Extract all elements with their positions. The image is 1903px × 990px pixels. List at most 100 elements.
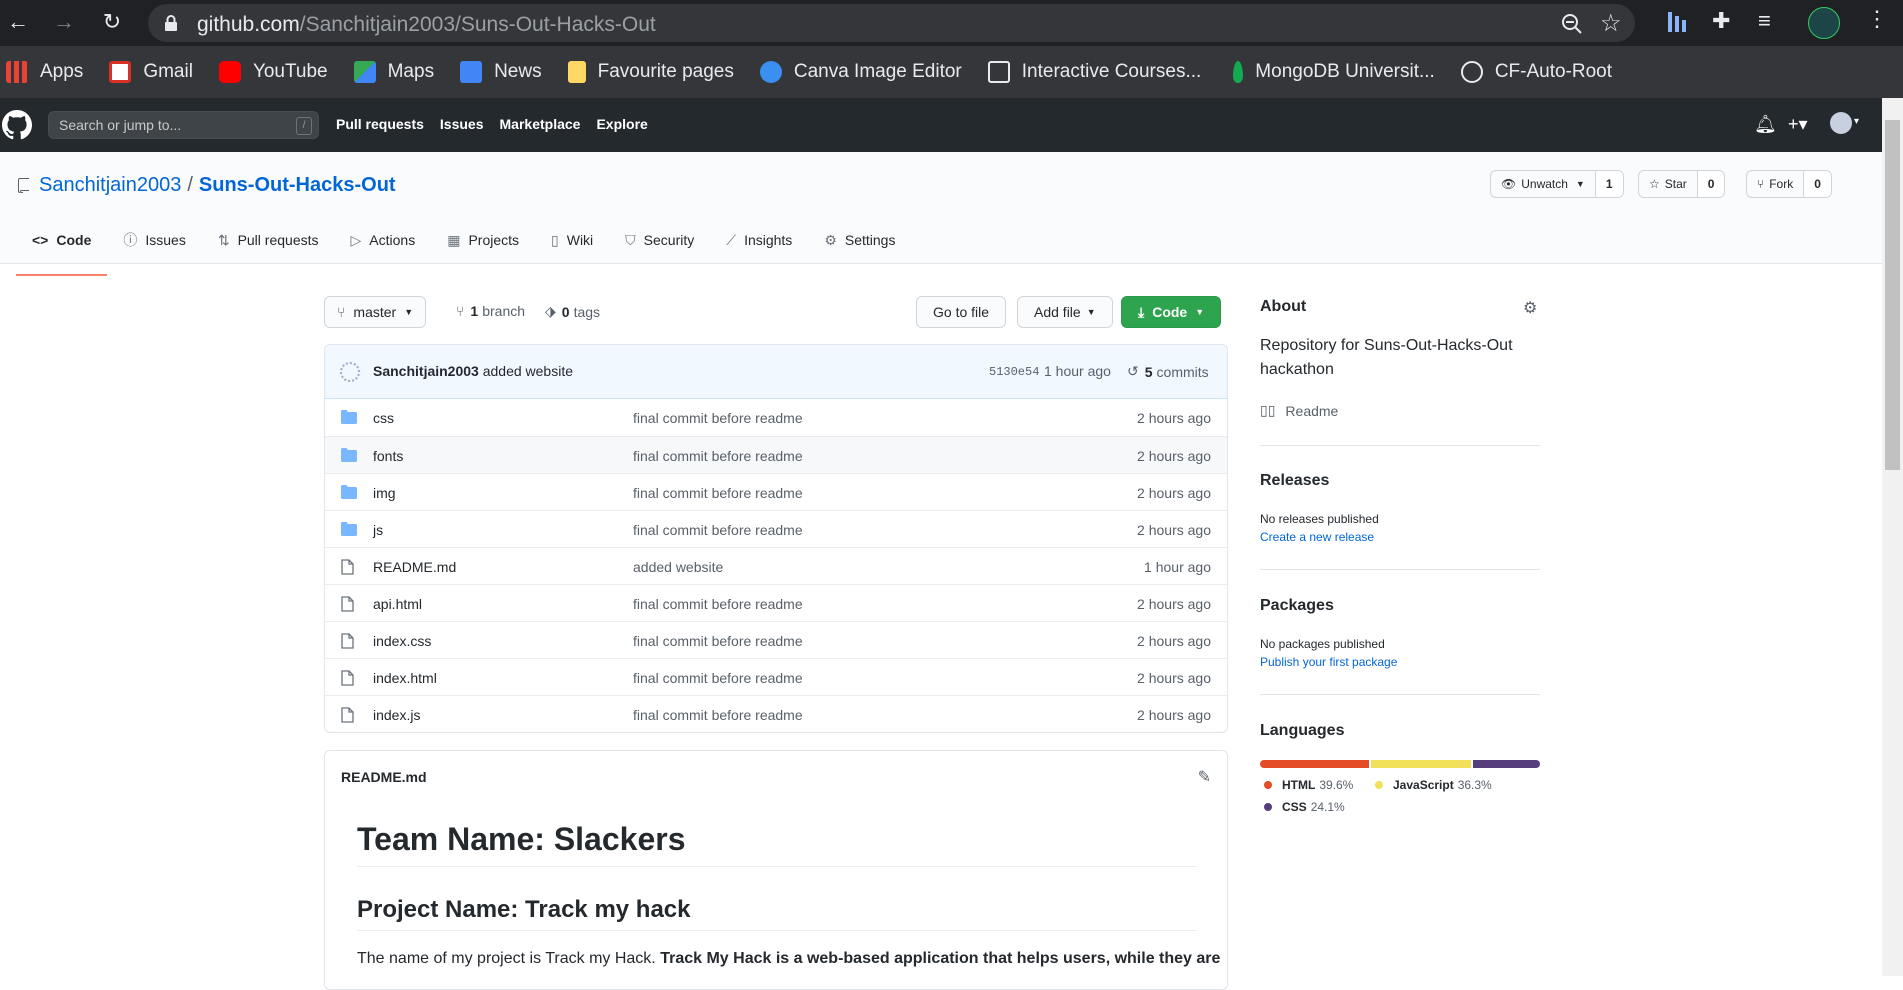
reload-icon[interactable]: ↻ xyxy=(94,4,130,40)
file-row[interactable]: index.html final commit before readme 2 ho… xyxy=(325,658,1227,695)
file-row[interactable]: api.html final commit before readme 2 hour… xyxy=(325,584,1227,621)
tab-issues[interactable]: ⓘ Issues xyxy=(107,222,201,264)
url-text[interactable]: github.com/Sanchitjain2003/Suns-Out-Hack… xyxy=(197,13,656,37)
file-commit-message[interactable]: final commit before readme xyxy=(633,633,803,649)
zoom-icon[interactable] xyxy=(1560,12,1584,36)
file-name[interactable]: api.html xyxy=(373,596,422,612)
file-name[interactable]: index.html xyxy=(373,670,437,686)
bookmark-canva[interactable]: Canva Image Editor xyxy=(759,61,962,83)
publish-package-link[interactable]: Publish your first package xyxy=(1260,655,1397,669)
file-row[interactable]: index.css final commit before readme 2 hou… xyxy=(325,621,1227,658)
packages-heading[interactable]: Packages xyxy=(1260,597,1334,615)
commit-sha[interactable]: 5130e54 xyxy=(989,365,1039,379)
file-name[interactable]: js xyxy=(373,522,383,538)
gear-icon[interactable]: ⚙ xyxy=(1523,298,1537,318)
forward-arrow-icon[interactable]: → xyxy=(46,4,82,40)
file-row[interactable]: img final commit before readme 2 hours ago xyxy=(325,473,1227,510)
nav-issues[interactable]: Issues xyxy=(440,116,484,132)
file-row[interactable]: fonts final commit before readme 2 hours a… xyxy=(325,436,1227,473)
tags-link[interactable]: ⬗ 0 tags xyxy=(545,303,600,320)
repo-owner-link[interactable]: Sanchitjain2003 xyxy=(39,174,181,197)
bookmark-interactive-courses[interactable]: Interactive Courses... xyxy=(987,61,1201,83)
create-plus-icon[interactable]: +▾ xyxy=(1788,114,1808,135)
file-name[interactable]: fonts xyxy=(373,448,403,464)
file-commit-message[interactable]: added website xyxy=(633,559,723,575)
create-release-link[interactable]: Create a new release xyxy=(1260,530,1374,544)
branch-select-button[interactable]: ⑂ master ▼ xyxy=(324,296,427,328)
file-name[interactable]: index.css xyxy=(373,633,431,649)
notification-bell-icon[interactable]: 🔔︎ xyxy=(1754,114,1777,135)
chrome-menu-icon[interactable]: ⋮ xyxy=(1866,6,1888,32)
nav-explore[interactable]: Explore xyxy=(596,116,647,132)
github-logo-icon[interactable] xyxy=(2,110,32,140)
repo-name-link[interactable]: Suns-Out-Hacks-Out xyxy=(199,174,396,197)
branches-link[interactable]: ⑂ 1 branch xyxy=(456,303,525,319)
back-arrow-icon[interactable]: ← xyxy=(0,4,36,40)
star-button[interactable]: ☆ Star xyxy=(1638,170,1698,198)
bookmark-mongodb[interactable]: MongoDB Universit... xyxy=(1227,61,1435,83)
tab-code[interactable]: <> Code xyxy=(16,222,108,276)
unwatch-button[interactable]: 👁︎ Unwatch ▼ xyxy=(1490,170,1596,198)
file-commit-message[interactable]: final commit before readme xyxy=(633,670,803,686)
nav-marketplace[interactable]: Marketplace xyxy=(500,116,581,132)
scrollbar-thumb[interactable] xyxy=(1885,120,1900,470)
star-count[interactable]: 0 xyxy=(1697,170,1726,198)
watch-count[interactable]: 1 xyxy=(1595,170,1624,198)
file-commit-message[interactable]: final commit before readme xyxy=(633,485,803,501)
bookmark-apps[interactable]: Apps xyxy=(6,61,83,83)
tab-projects[interactable]: ▦ Projects xyxy=(431,222,535,264)
user-avatar[interactable] xyxy=(1830,112,1852,134)
tab-pull-requests[interactable]: ⇅ Pull requests xyxy=(202,222,335,264)
fork-count[interactable]: 0 xyxy=(1804,170,1832,198)
tab-settings[interactable]: ⚙ Settings xyxy=(808,222,911,264)
commits-link[interactable]: ↺ 5 commits xyxy=(1127,363,1209,380)
address-bar[interactable]: github.com/Sanchitjain2003/Suns-Out-Hack… xyxy=(148,4,1635,42)
code-button[interactable]: ⤓ Code ▼ xyxy=(1121,296,1222,328)
go-to-file-button[interactable]: Go to file xyxy=(916,296,1007,328)
tab-insights[interactable]: ⟋ Insights xyxy=(710,222,808,264)
chevron-down-icon[interactable]: ▾ xyxy=(1854,116,1859,127)
file-row[interactable]: css final commit before readme 2 hours ago xyxy=(325,399,1227,436)
readme-filename[interactable]: README.md xyxy=(341,769,427,785)
star-button-group: ☆ Star 0 xyxy=(1638,170,1726,198)
nav-pull-requests[interactable]: Pull requests xyxy=(336,116,424,132)
commit-author[interactable]: Sanchitjain2003 xyxy=(373,363,479,379)
bookmark-gmail[interactable]: Gmail xyxy=(109,61,193,83)
language-javascript[interactable]: JavaScript 36.3% xyxy=(1375,778,1492,792)
file-commit-message[interactable]: final commit before readme xyxy=(633,448,803,464)
file-name[interactable]: index.js xyxy=(373,707,420,723)
tab-wiki[interactable]: ▯ Wiki xyxy=(535,222,609,264)
file-name[interactable]: README.md xyxy=(373,559,456,575)
media-queue-icon[interactable]: ≡ xyxy=(1758,8,1771,34)
language-css[interactable]: CSS 24.1% xyxy=(1264,800,1345,814)
bookmark-maps[interactable]: Maps xyxy=(353,61,434,83)
file-commit-message[interactable]: final commit before readme xyxy=(633,707,803,723)
file-row[interactable]: js final commit before readme 2 hours ago xyxy=(325,510,1227,547)
releases-heading[interactable]: Releases xyxy=(1260,472,1329,490)
file-commit-message[interactable]: final commit before readme xyxy=(633,596,803,612)
bookmark-youtube[interactable]: YouTube xyxy=(218,61,328,83)
bookmark-star-icon[interactable]: ☆ xyxy=(1600,9,1622,38)
bookmark-cf-auto-root[interactable]: CF-Auto-Root xyxy=(1460,61,1612,83)
fork-button[interactable]: ⑂ Fork xyxy=(1746,170,1805,198)
file-name[interactable]: img xyxy=(373,485,396,501)
file-name[interactable]: css xyxy=(373,410,394,426)
language-html[interactable]: HTML 39.6% xyxy=(1264,778,1353,792)
bookmark-favourite-pages[interactable]: Favourite pages xyxy=(567,61,734,83)
extension-bars-icon[interactable] xyxy=(1668,10,1686,34)
readme-link[interactable]: ▯▯ Readme xyxy=(1260,402,1338,419)
pencil-icon[interactable]: ✎ xyxy=(1198,767,1211,787)
profile-avatar[interactable] xyxy=(1808,7,1840,39)
file-commit-message[interactable]: final commit before readme xyxy=(633,522,803,538)
extensions-puzzle-icon[interactable]: ✚ xyxy=(1712,8,1730,34)
author-avatar[interactable] xyxy=(340,362,360,382)
tab-security[interactable]: ⛉ Security xyxy=(609,222,710,264)
file-row[interactable]: README.md added website 1 hour ago xyxy=(325,547,1227,584)
add-file-button[interactable]: Add file ▼ xyxy=(1017,296,1113,328)
file-row[interactable]: index.js final commit before readme 2 hour… xyxy=(325,695,1227,732)
tab-actions[interactable]: ▷ Actions xyxy=(335,222,432,264)
search-input[interactable]: Search or jump to... / xyxy=(48,111,319,139)
bookmark-news[interactable]: News xyxy=(460,61,542,83)
file-commit-message[interactable]: final commit before readme xyxy=(633,410,803,426)
commit-message[interactable]: added website xyxy=(483,363,573,379)
